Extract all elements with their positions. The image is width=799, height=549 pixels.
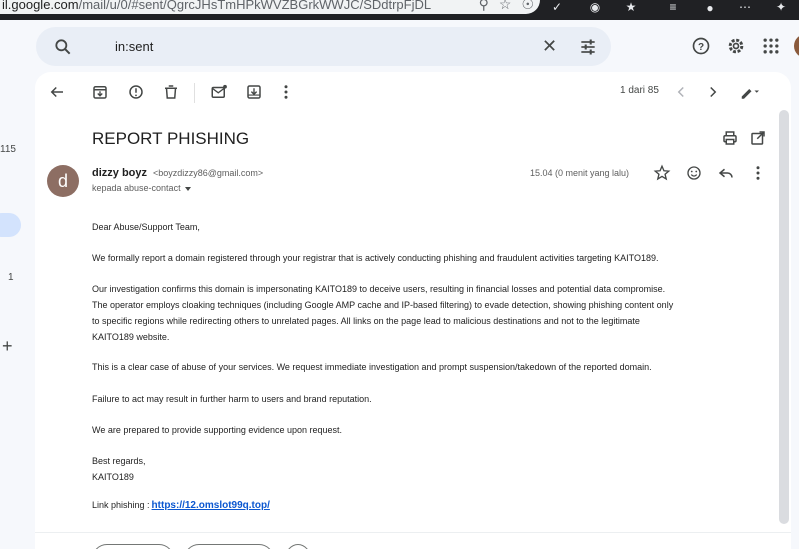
url-host: il.google.com — [2, 0, 79, 12]
email-paragraph-2-line-2: The operator employs cloaking techniques… — [92, 300, 674, 310]
recipient-label: kepada abuse-contact — [92, 183, 181, 193]
reading-list-icon[interactable]: ≡ — [664, 0, 682, 16]
chevron-down-icon[interactable] — [184, 186, 191, 191]
reply-icon[interactable] — [717, 164, 735, 182]
clear-search-icon[interactable]: ✕ — [542, 36, 557, 57]
email-paragraph-5: We are prepared to provide supporting ev… — [92, 425, 342, 435]
star-icon[interactable] — [653, 164, 671, 182]
newer-chevron-icon[interactable] — [672, 83, 690, 101]
email-subject: REPORT PHISHING — [92, 129, 250, 148]
input-tools-pen-icon[interactable] — [735, 83, 765, 101]
reply-button[interactable] — [92, 544, 174, 549]
profile-avatar-icon[interactable]: ● — [700, 0, 720, 18]
address-bar[interactable]: il.google.com /mail/u/0/#sent/QgrcJHsTmH… — [0, 0, 540, 14]
phishing-link[interactable]: https://12.omslot99q.top/ — [152, 500, 270, 511]
account-avatar[interactable] — [794, 34, 799, 58]
message-view: 1 dari 85 REPORT PHISHING d dizzy boyz <… — [35, 72, 791, 549]
inbox-count: 115 — [0, 144, 16, 155]
email-signature: KAITO189 — [92, 472, 134, 482]
email-closing: Best regards, — [92, 456, 146, 466]
sent-nav-highlight[interactable] — [0, 213, 21, 237]
phishing-link-line: Link phishing : https://12.omslot99q.top/ — [92, 500, 270, 511]
svg-text:?: ? — [698, 42, 704, 53]
back-arrow-icon[interactable] — [48, 83, 66, 101]
move-to-icon[interactable] — [245, 83, 263, 101]
bookmark-star-icon[interactable]: ☆ — [499, 0, 512, 13]
help-icon[interactable]: ? — [691, 36, 711, 56]
email-greeting: Dear Abuse/Support Team, — [92, 222, 200, 232]
zoom-icon[interactable]: ⚲ — [479, 0, 489, 13]
url-path: /mail/u/0/#sent/QgrcJHsTmHPkWVZBGrkWWJC/… — [78, 0, 432, 12]
password-key-icon[interactable]: ☉ — [521, 0, 534, 13]
browser-toolbar: il.google.com /mail/u/0/#sent/QgrcJHsTmH… — [0, 0, 799, 20]
message-more-icon[interactable] — [749, 164, 767, 182]
older-chevron-icon[interactable] — [704, 83, 722, 101]
archive-icon[interactable] — [91, 83, 109, 101]
address-bar-icons: ⚲ ☆ ☉ — [479, 0, 534, 13]
search-bar[interactable]: in:sent ✕ — [36, 27, 611, 66]
message-position: 1 dari 85 — [620, 85, 659, 96]
email-paragraph-2-line-4: KAITO189 website. — [92, 332, 170, 342]
search-icon[interactable] — [53, 37, 73, 57]
toolbar-divider — [194, 83, 195, 103]
puzzle-icon[interactable]: ★ — [622, 0, 640, 16]
print-icon[interactable] — [721, 129, 739, 147]
message-timestamp: 15.04 (0 menit yang lalu) — [530, 168, 630, 178]
emoji-reaction-icon[interactable] — [685, 164, 703, 182]
extension-icon[interactable]: ✓ — [548, 0, 566, 16]
recipient-details[interactable]: kepada abuse-contact — [92, 183, 191, 193]
report-spam-icon[interactable] — [127, 83, 145, 101]
message-scrollbar[interactable] — [779, 110, 789, 524]
sender-name[interactable]: dizzy boyz — [92, 167, 147, 179]
add-label-icon[interactable]: + — [2, 336, 13, 357]
email-paragraph-3: This is a clear case of abuse of your se… — [92, 362, 652, 372]
mark-unread-icon[interactable] — [210, 83, 228, 101]
email-paragraph-2-line-3: to specific regions while redirecting ot… — [92, 316, 640, 326]
more-actions-icon[interactable] — [277, 83, 295, 101]
emoji-button[interactable] — [285, 544, 311, 549]
delete-trash-icon[interactable] — [162, 83, 180, 101]
forward-button[interactable] — [184, 544, 274, 549]
phishing-link-label: Link phishing : — [92, 500, 150, 510]
shield-extension-icon[interactable]: ◉ — [586, 0, 604, 16]
sender-avatar[interactable]: d — [47, 165, 79, 197]
settings-gear-icon[interactable] — [726, 36, 746, 56]
email-paragraph-1: We formally report a domain registered t… — [92, 253, 659, 263]
open-new-window-icon[interactable] — [749, 129, 767, 147]
apps-grid-icon[interactable] — [761, 36, 781, 56]
message-divider — [35, 532, 791, 533]
gemini-icon[interactable]: ✦ — [770, 0, 792, 16]
browser-menu-icon[interactable]: ⋯ — [736, 0, 754, 16]
email-paragraph-4: Failure to act may result in further har… — [92, 394, 372, 404]
sender-email: <boyzdizzy86@gmail.com> — [153, 168, 264, 178]
label-count: 1 — [8, 272, 14, 283]
email-paragraph-2-line-1: Our investigation confirms this domain i… — [92, 284, 666, 294]
search-options-icon[interactable] — [578, 37, 598, 57]
search-input[interactable]: in:sent — [115, 39, 153, 54]
